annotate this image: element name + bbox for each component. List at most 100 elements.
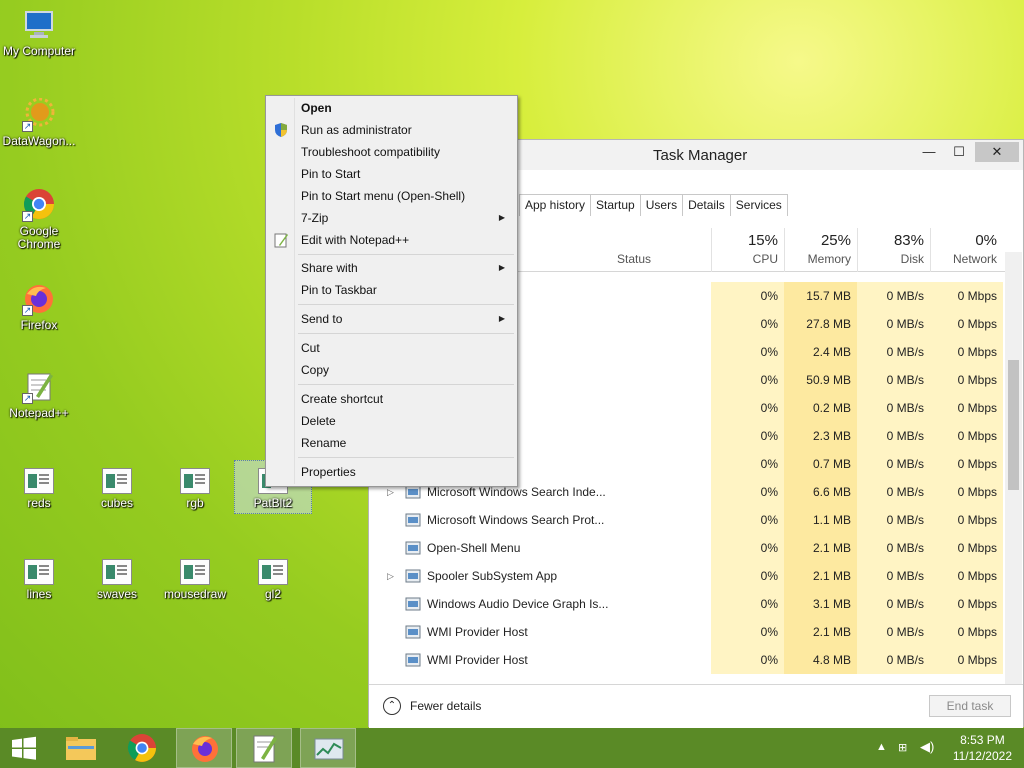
menu-item-create-shortcut[interactable]: Create shortcut xyxy=(268,388,515,410)
menu-item-pin-to-start-menu-open-shell[interactable]: Pin to Start menu (Open-Shell) xyxy=(268,185,515,207)
table-row[interactable]: WMI Provider Host 0% 4.8 MB 0 MB/s 0 Mbps xyxy=(369,646,1009,674)
taskbar-file-explorer[interactable] xyxy=(54,728,110,768)
menu-item-label: Copy xyxy=(301,363,330,377)
menu-item-share-with[interactable]: Share with ▶ xyxy=(268,257,515,279)
show-hidden-icons-chevron[interactable]: ▲ xyxy=(876,741,887,753)
network-label: Network xyxy=(952,252,997,266)
column-header-memory[interactable]: 25% Memory xyxy=(784,228,857,272)
column-header-status[interactable]: Status xyxy=(617,252,651,266)
maximize-button[interactable]: ☐ xyxy=(945,142,973,162)
network-value: 0 Mbps xyxy=(930,282,1003,310)
desktop-icon-gl2[interactable]: gl2 xyxy=(234,555,312,601)
desktop-icon-reds[interactable]: reds xyxy=(0,464,78,510)
menu-item-label: Properties xyxy=(301,465,356,479)
tab-services[interactable]: Services xyxy=(729,194,788,216)
cpu-value: 0% xyxy=(711,534,784,562)
desktop-icon-my-computer[interactable]: My Computer xyxy=(0,8,78,58)
taskbar-firefox[interactable] xyxy=(176,728,232,768)
executable-icon xyxy=(102,559,132,585)
shortcut-arrow-icon: ↗ xyxy=(22,211,33,222)
desktop-icon-rgb[interactable]: rgb xyxy=(156,464,234,510)
process-name: Spooler SubSystem App xyxy=(427,569,558,583)
desktop-icon-datawagon[interactable]: ↗ DataWagon... xyxy=(0,97,78,148)
menu-item-edit-with-notepadpp[interactable]: Edit with Notepad++ xyxy=(268,229,515,251)
memory-label: Memory xyxy=(807,252,851,266)
volume-icon[interactable]: ◀) xyxy=(920,739,934,755)
table-row[interactable]: Windows Audio Device Graph Is... 0% 3.1 MB… xyxy=(369,590,1009,618)
minimize-button[interactable]: — xyxy=(915,142,943,162)
memory-value: 2.4 MB xyxy=(784,338,857,366)
menu-item-properties[interactable]: Properties xyxy=(268,461,515,483)
column-header-network[interactable]: 0% Network xyxy=(930,228,1003,272)
menu-item-send-to[interactable]: Send to ▶ xyxy=(268,308,515,330)
menu-item-label: Troubleshoot compatibility xyxy=(301,145,440,159)
expand-arrow-icon[interactable]: ▷ xyxy=(387,562,394,590)
network-icon[interactable]: ⊞ xyxy=(898,741,907,754)
menu-item-copy[interactable]: Copy xyxy=(268,359,515,381)
table-row[interactable]: WMI Provider Host 0% 2.1 MB 0 MB/s 0 Mbps xyxy=(369,618,1009,646)
table-row[interactable]: ▷ Spooler SubSystem App 0% 2.1 MB 0 MB/s 0 Mb… xyxy=(369,562,1009,590)
menu-item-rename[interactable]: Rename xyxy=(268,432,515,454)
taskbar-notepadpp[interactable] xyxy=(236,728,292,768)
desktop-icon-mousedraw[interactable]: mousedraw xyxy=(156,555,234,601)
executable-icon xyxy=(24,468,54,494)
memory-value: 0.2 MB xyxy=(784,394,857,422)
table-row[interactable]: Microsoft Windows Search Prot... 0% 1.1 MB… xyxy=(369,506,1009,534)
desktop-icon-cubes[interactable]: cubes xyxy=(78,464,156,510)
end-task-button[interactable]: End task xyxy=(929,695,1011,717)
memory-value: 4.8 MB xyxy=(784,646,857,674)
desktop-icon-lines[interactable]: lines xyxy=(0,555,78,601)
cpu-value: 0% xyxy=(711,562,784,590)
process-icon xyxy=(405,485,421,499)
disk-value: 0 MB/s xyxy=(857,506,930,534)
clock[interactable]: 8:53 PM 11/12/2022 xyxy=(953,732,1012,764)
memory-value: 27.8 MB xyxy=(784,310,857,338)
menu-item-label: Pin to Start menu (Open-Shell) xyxy=(301,189,466,203)
menu-item-cut[interactable]: Cut xyxy=(268,337,515,359)
column-header-cpu[interactable]: 15% CPU xyxy=(711,228,784,272)
menu-separator xyxy=(298,304,514,305)
close-button[interactable]: ✕ xyxy=(975,142,1019,162)
process-name: Microsoft Windows Search Prot... xyxy=(427,513,605,527)
network-percent: 0% xyxy=(975,232,997,249)
scrollbar-thumb[interactable] xyxy=(1008,360,1019,490)
fewer-details-button[interactable]: ⌃ Fewer details xyxy=(383,697,481,715)
desktop-icon-firefox[interactable]: ↗ Firefox xyxy=(0,282,78,332)
menu-item-pin-to-taskbar[interactable]: Pin to Taskbar xyxy=(268,279,515,301)
cpu-percent: 15% xyxy=(747,232,778,249)
menu-item-troubleshoot-compatibility[interactable]: Troubleshoot compatibility xyxy=(268,141,515,163)
menu-item-label: Pin to Start xyxy=(301,167,361,181)
menu-item-label: Open xyxy=(301,101,332,115)
menu-item-7zip[interactable]: 7-Zip ▶ xyxy=(268,207,515,229)
cpu-value: 0% xyxy=(711,394,784,422)
process-name: WMI Provider Host xyxy=(427,625,528,639)
column-header-disk[interactable]: 83% Disk xyxy=(857,228,930,272)
tab-details[interactable]: Details xyxy=(682,194,731,216)
memory-percent: 25% xyxy=(820,232,851,249)
disk-label: Disk xyxy=(900,252,924,266)
menu-item-label: 7-Zip xyxy=(301,211,329,225)
menu-item-open[interactable]: Open xyxy=(268,97,515,119)
network-value: 0 Mbps xyxy=(930,506,1003,534)
vertical-scrollbar[interactable] xyxy=(1005,252,1022,684)
tab-users[interactable]: Users xyxy=(639,194,684,216)
menu-item-pin-to-start[interactable]: Pin to Start xyxy=(268,163,515,185)
cpu-value: 0% xyxy=(711,450,784,478)
executable-icon xyxy=(258,559,288,585)
desktop-icon-notepadpp[interactable]: ↗ Notepad++ xyxy=(0,370,78,420)
cpu-value: 0% xyxy=(711,422,784,450)
menu-item-delete[interactable]: Delete xyxy=(268,410,515,432)
taskbar-chrome[interactable] xyxy=(114,728,170,768)
menu-separator xyxy=(298,333,514,334)
tab-startup[interactable]: Startup xyxy=(590,194,641,216)
start-button[interactable] xyxy=(0,728,56,768)
tab-app-history[interactable]: App history xyxy=(519,194,592,216)
table-row[interactable]: Open-Shell Menu 0% 2.1 MB 0 MB/s 0 Mbps xyxy=(369,534,1009,562)
shortcut-arrow-icon: ↗ xyxy=(22,305,33,316)
taskbar-task-manager[interactable] xyxy=(300,728,356,768)
desktop-icon-swaves[interactable]: swaves xyxy=(78,555,156,601)
desktop-icon-google-chrome[interactable]: ↗ Google Chrome xyxy=(0,188,78,251)
menu-item-run-as-administrator[interactable]: Run as administrator xyxy=(268,119,515,141)
fewer-details-label: Fewer details xyxy=(410,699,482,713)
submenu-arrow-icon: ▶ xyxy=(498,314,505,323)
